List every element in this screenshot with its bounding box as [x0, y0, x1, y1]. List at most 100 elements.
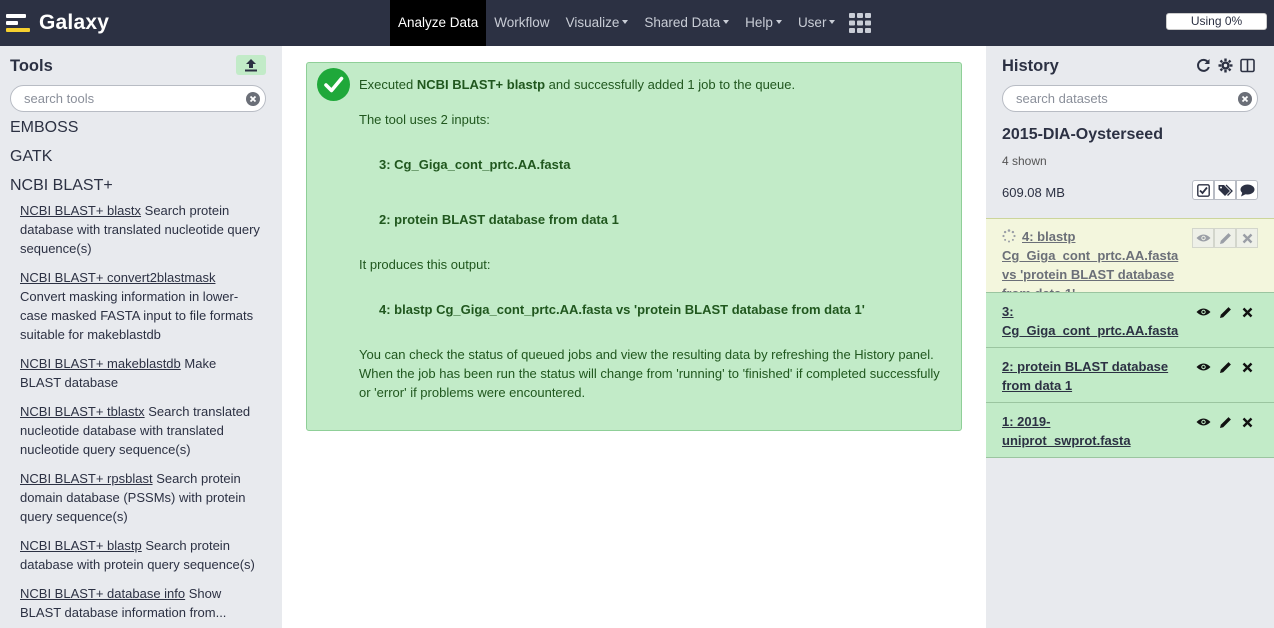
- history-options: [1196, 58, 1255, 73]
- edit-button[interactable]: [1214, 302, 1236, 322]
- dataset-item: 3: Cg_Giga_cont_prtc.AA.fasta: [986, 292, 1274, 347]
- close-icon: [1242, 362, 1252, 372]
- masthead: Galaxy Analyze Data Workflow Visualize S…: [0, 0, 1274, 46]
- annotation-button[interactable]: [1236, 180, 1258, 200]
- eye-icon: [1196, 308, 1210, 316]
- upload-icon: [245, 58, 257, 71]
- clear-search-icon[interactable]: [1238, 92, 1252, 106]
- brand-link[interactable]: Galaxy: [6, 8, 109, 38]
- input-item: 3: Cg_Giga_cont_prtc.AA.fasta: [379, 157, 571, 172]
- input-item: 2: protein BLAST database from data 1: [379, 212, 619, 227]
- tool-list: NCBI BLAST+ blastx Search protein databa…: [20, 201, 260, 628]
- caret-down-icon: [622, 20, 629, 25]
- tool-link[interactable]: NCBI BLAST+ tblastx: [20, 404, 145, 419]
- caret-down-icon: [775, 20, 782, 25]
- caret-down-icon: [829, 20, 836, 25]
- tool-link[interactable]: NCBI BLAST+ rpsblast: [20, 471, 153, 486]
- apps-grid-icon[interactable]: [849, 0, 872, 46]
- dataset-title[interactable]: 2: protein BLAST database from data 1: [1002, 357, 1178, 395]
- tags-button[interactable]: [1214, 180, 1236, 200]
- history-actions: [1192, 180, 1258, 200]
- tool-item: NCBI BLAST+ tblastx Search translated nu…: [20, 402, 260, 459]
- select-datasets-button[interactable]: [1192, 180, 1214, 200]
- clear-search-icon[interactable]: [246, 92, 260, 106]
- upload-button[interactable]: [236, 55, 266, 75]
- section-ncbi-blast[interactable]: NCBI BLAST+: [10, 177, 113, 195]
- eye-icon: [1196, 234, 1210, 242]
- pencil-icon: [1219, 306, 1231, 318]
- executed-line: Executed NCBI BLAST+ blastp and successf…: [359, 77, 796, 92]
- display-button[interactable]: [1192, 228, 1214, 248]
- display-button[interactable]: [1192, 357, 1214, 377]
- brand-title: Galaxy: [39, 11, 110, 34]
- refresh-icon[interactable]: [1196, 58, 1210, 72]
- comment-icon: [1240, 184, 1254, 196]
- dataset-item: 1: 2019-uniprot_swprot.fasta: [986, 402, 1274, 458]
- close-icon: [1242, 233, 1252, 243]
- history-search-input[interactable]: [1003, 86, 1257, 111]
- dataset-item: 2: protein BLAST database from data 1: [986, 347, 1274, 402]
- tool-link[interactable]: NCBI BLAST+ makeblastdb: [20, 356, 181, 371]
- success-message: Executed NCBI BLAST+ blastp and successf…: [306, 62, 962, 431]
- nav-analyze-data[interactable]: Analyze Data: [390, 0, 487, 46]
- tool-item: NCBI BLAST+ makeblastdb Make BLAST datab…: [20, 354, 260, 392]
- main-nav: Analyze Data Workflow Visualize Shared D…: [390, 0, 872, 46]
- history-name[interactable]: 2015-DIA-Oysterseed: [1002, 126, 1163, 144]
- history-panel: History 2015-DIA-Oysterseed 4 shown 609.…: [986, 46, 1274, 628]
- tool-link[interactable]: NCBI BLAST+ convert2blastmask: [20, 270, 215, 285]
- dataset-actions: [1192, 228, 1258, 248]
- tool-search-input[interactable]: [11, 86, 265, 111]
- display-button[interactable]: [1192, 412, 1214, 432]
- dataset-title[interactable]: 1: 2019-uniprot_swprot.fasta: [1002, 412, 1178, 450]
- tool-description: Convert masking information in lower-cas…: [20, 289, 254, 342]
- check-circle-icon: [317, 68, 350, 101]
- edit-button[interactable]: [1214, 412, 1236, 432]
- tool-link[interactable]: NCBI BLAST+ database info: [20, 586, 185, 601]
- history-panel-title: History: [1002, 57, 1059, 75]
- tool-item: NCBI BLAST+ database info Show BLAST dat…: [20, 584, 260, 622]
- tool-link[interactable]: NCBI BLAST+ blastx: [20, 203, 141, 218]
- nav-user[interactable]: User: [790, 0, 844, 46]
- nav-shared-data[interactable]: Shared Data: [636, 0, 737, 46]
- executed-tool-name: NCBI BLAST+ blastp: [416, 77, 546, 92]
- history-size: 609.08 MB: [1002, 185, 1065, 200]
- tool-link[interactable]: NCBI BLAST+ blastp: [20, 538, 142, 553]
- edit-button[interactable]: [1214, 357, 1236, 377]
- pencil-icon: [1219, 361, 1231, 373]
- nav-visualize[interactable]: Visualize: [558, 0, 637, 46]
- history-search: [1002, 85, 1258, 112]
- edit-button[interactable]: [1214, 228, 1236, 248]
- pencil-icon: [1219, 416, 1231, 428]
- tool-item: NCBI BLAST+ blastx Search protein databa…: [20, 201, 260, 258]
- tool-item: NCBI BLAST+ rpsblast Search protein doma…: [20, 469, 260, 526]
- tags-icon: [1218, 184, 1233, 196]
- dataset-title[interactable]: 3: Cg_Giga_cont_prtc.AA.fasta: [1002, 302, 1178, 340]
- display-button[interactable]: [1192, 302, 1214, 322]
- quota-meter[interactable]: Using 0%: [1166, 13, 1267, 30]
- eye-icon: [1196, 363, 1210, 371]
- delete-button[interactable]: [1236, 302, 1258, 322]
- nav-workflow[interactable]: Workflow: [486, 0, 557, 46]
- check-square-icon: [1196, 183, 1210, 197]
- delete-button[interactable]: [1236, 412, 1258, 432]
- gear-icon[interactable]: [1218, 58, 1233, 73]
- status-note: You can check the status of queued jobs …: [359, 347, 940, 400]
- inputs-intro: The tool uses 2 inputs:: [359, 112, 490, 127]
- section-emboss[interactable]: EMBOSS: [10, 119, 78, 137]
- dataset-actions: [1192, 412, 1258, 432]
- close-icon: [1242, 307, 1252, 317]
- caret-down-icon: [723, 20, 730, 25]
- dataset-item: 4: blastp Cg_Giga_cont_prtc.AA.fasta vs …: [986, 218, 1274, 301]
- nav-help[interactable]: Help: [737, 0, 790, 46]
- pencil-icon: [1219, 232, 1231, 244]
- outputs-intro: It produces this output:: [359, 257, 491, 272]
- section-gatk[interactable]: GATK: [10, 148, 52, 166]
- close-icon: [1242, 417, 1252, 427]
- tool-panel-title: Tools: [10, 57, 53, 75]
- delete-button[interactable]: [1236, 357, 1258, 377]
- columns-icon[interactable]: [1240, 58, 1255, 73]
- tool-panel: Tools EMBOSS GATK NCBI BLAST+ NCBI BLAST…: [0, 46, 282, 628]
- delete-button[interactable]: [1236, 228, 1258, 248]
- output-item: 4: blastp Cg_Giga_cont_prtc.AA.fasta vs …: [379, 302, 865, 317]
- center-panel: Executed NCBI BLAST+ blastp and successf…: [282, 46, 986, 628]
